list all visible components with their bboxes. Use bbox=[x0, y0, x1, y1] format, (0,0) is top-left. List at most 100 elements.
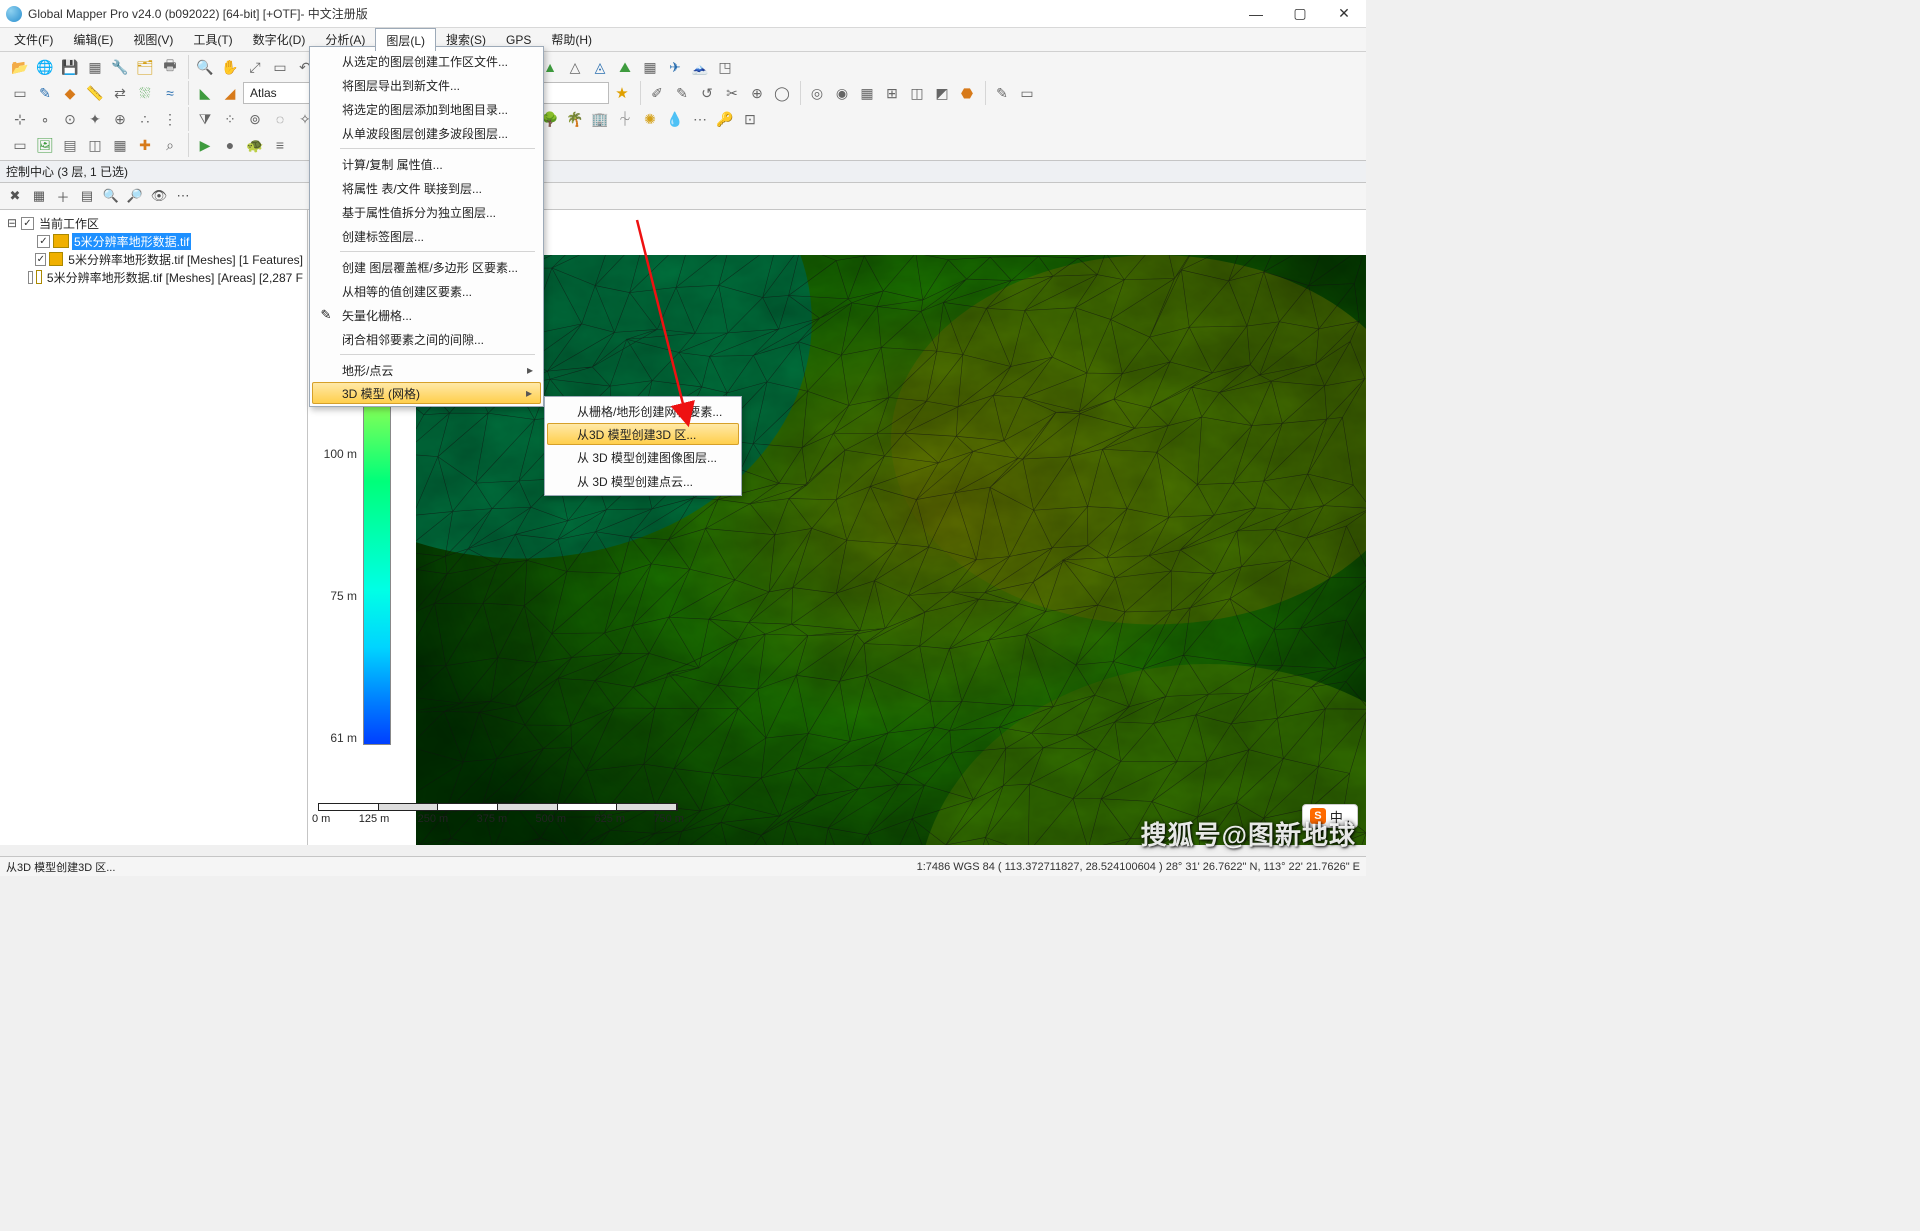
swap-icon[interactable]: ⇄ bbox=[108, 81, 132, 105]
map-canvas[interactable] bbox=[416, 255, 1366, 760]
sym-light-icon[interactable]: ✺ bbox=[638, 107, 662, 131]
dd-main-item-16[interactable]: 3D 模型 (网格) bbox=[312, 382, 541, 404]
grid-sq-icon[interactable]: ▦ bbox=[638, 55, 662, 79]
feature-icon[interactable]: ◆ bbox=[58, 81, 82, 105]
edit-e-icon[interactable]: ⊕ bbox=[745, 81, 769, 105]
tree-layer-1[interactable]: 5米分辨率地形数据.tif [Meshes] [1 Features] bbox=[2, 250, 305, 268]
dd-main-item-11[interactable]: 从相等的值创建区要素... bbox=[312, 279, 541, 303]
edit-a-icon[interactable]: ✐ bbox=[645, 81, 669, 105]
draw-a-icon[interactable]: ✎ bbox=[990, 81, 1014, 105]
terrain-e-icon[interactable]: △ bbox=[563, 55, 587, 79]
sym-palm-icon[interactable]: 🌴 bbox=[563, 107, 587, 131]
minimize-button[interactable]: — bbox=[1234, 0, 1278, 28]
plane-icon[interactable]: ✈ bbox=[663, 55, 687, 79]
menu-3[interactable]: 工具(T) bbox=[183, 28, 242, 51]
open-icon[interactable]: 📂 bbox=[8, 55, 32, 79]
menu-2[interactable]: 视图(V) bbox=[123, 28, 183, 51]
close-button[interactable]: ✕ bbox=[1322, 0, 1366, 28]
star-icon[interactable]: ★ bbox=[610, 81, 634, 105]
expander-icon[interactable]: ⊟ bbox=[6, 216, 18, 230]
pts-b-icon[interactable]: ⊚ bbox=[243, 107, 267, 131]
measure-icon[interactable]: 📏 bbox=[83, 81, 107, 105]
dd-sub-item-3[interactable]: 从 3D 模型创建点云... bbox=[547, 469, 739, 493]
dd-sub-item-1[interactable]: 从3D 模型创建3D 区... bbox=[547, 423, 739, 445]
dd-main-item-2[interactable]: 将选定的图层添加到地图目录... bbox=[312, 97, 541, 121]
dd-main-item-8[interactable]: 创建标签图层... bbox=[312, 224, 541, 248]
config-icon[interactable]: 🔧 bbox=[108, 55, 132, 79]
cc-add-icon[interactable]: ＋ bbox=[52, 185, 74, 207]
dd-main-item-6[interactable]: 将属性 表/文件 联接到层... bbox=[312, 176, 541, 200]
digitize-icon[interactable]: ✎ bbox=[33, 81, 57, 105]
cc-search-icon[interactable]: 🔎 bbox=[124, 185, 146, 207]
layers-icon[interactable]: ▦ bbox=[83, 55, 107, 79]
tree-a-icon[interactable]: ⛆ bbox=[133, 81, 157, 105]
sel-d-icon[interactable]: ◫ bbox=[83, 133, 107, 157]
fullextent-icon[interactable]: ⤢ bbox=[243, 55, 267, 79]
menu-1[interactable]: 编辑(E) bbox=[63, 28, 123, 51]
filter-icon[interactable]: ⧩ bbox=[193, 107, 217, 131]
snap-e-icon[interactable]: ⊕ bbox=[108, 107, 132, 131]
maximize-button[interactable]: ▢ bbox=[1278, 0, 1322, 28]
dd-main-item-13[interactable]: 闭合相邻要素之间的间隙... bbox=[312, 327, 541, 351]
edit-c-icon[interactable]: ↺ bbox=[695, 81, 719, 105]
cc-eye-icon[interactable]: 👁 bbox=[148, 185, 170, 207]
tree-layer-2[interactable]: 5米分辨率地形数据.tif [Meshes] [Areas] [2,287 F bbox=[2, 268, 305, 286]
menu-0[interactable]: 文件(F) bbox=[4, 28, 63, 51]
root-checkbox[interactable] bbox=[21, 217, 34, 230]
cc-group-icon[interactable]: ▦ bbox=[28, 185, 50, 207]
misc-f-icon[interactable]: ◩ bbox=[930, 81, 954, 105]
misc-d-icon[interactable]: ⊞ bbox=[880, 81, 904, 105]
zoom-layer-icon[interactable]: ▭ bbox=[268, 55, 292, 79]
snap-d-icon[interactable]: ✦ bbox=[83, 107, 107, 131]
layer-label[interactable]: 5米分辨率地形数据.tif [Meshes] [Areas] [2,287 F bbox=[45, 269, 305, 286]
terrain-g-icon[interactable]: ⛰ bbox=[613, 55, 637, 79]
layer-checkbox[interactable] bbox=[37, 235, 50, 248]
snap-a-icon[interactable]: ⊹ bbox=[8, 107, 32, 131]
sel-a-icon[interactable]: ▭ bbox=[8, 133, 32, 157]
snap-c-icon[interactable]: ⊙ bbox=[58, 107, 82, 131]
misc-c-icon[interactable]: ▦ bbox=[855, 81, 879, 105]
play-icon[interactable]: ▶ bbox=[193, 133, 217, 157]
cc-layers-icon[interactable]: ▤ bbox=[76, 185, 98, 207]
sym-bldg-icon[interactable]: 🏢 bbox=[588, 107, 612, 131]
cc-zoom-icon[interactable]: 🔍 bbox=[100, 185, 122, 207]
menu-6[interactable]: 图层(L) bbox=[375, 28, 436, 51]
layer-checkbox[interactable] bbox=[35, 253, 46, 266]
water-icon[interactable]: ≈ bbox=[158, 81, 182, 105]
menu-4[interactable]: 数字化(D) bbox=[243, 28, 316, 51]
pts-a-icon[interactable]: ⁘ bbox=[218, 107, 242, 131]
dd-main-item-1[interactable]: 将图层导出到新文件... bbox=[312, 73, 541, 97]
misc-e-icon[interactable]: ◫ bbox=[905, 81, 929, 105]
hill-a-icon[interactable]: ◣ bbox=[193, 81, 217, 105]
snap-f-icon[interactable]: ∴ bbox=[133, 107, 157, 131]
pts-c-icon[interactable]: ◌ bbox=[268, 107, 292, 131]
sel-b-icon[interactable]: 🖼 bbox=[33, 133, 57, 157]
zoom-icon[interactable]: 🔍 bbox=[193, 55, 217, 79]
dd-main-item-12[interactable]: ✎矢量化栅格... bbox=[312, 303, 541, 327]
catalog-icon[interactable]: 🗂 bbox=[133, 55, 157, 79]
sym-misc-icon[interactable]: ⊡ bbox=[738, 107, 762, 131]
sel-c-icon[interactable]: ▤ bbox=[58, 133, 82, 157]
edit-d-icon[interactable]: ✂ bbox=[720, 81, 744, 105]
layer-checkbox[interactable] bbox=[28, 271, 33, 284]
menu-9[interactable]: 帮助(H) bbox=[541, 28, 602, 51]
sel-e-icon[interactable]: ▦ bbox=[108, 133, 132, 157]
snap-g-icon[interactable]: ⋮ bbox=[158, 107, 182, 131]
dd-main-item-3[interactable]: 从单波段图层创建多波段图层... bbox=[312, 121, 541, 145]
layer-dropdown-menu[interactable]: 从选定的图层创建工作区文件...将图层导出到新文件...将选定的图层添加到地图目… bbox=[309, 46, 544, 407]
anim-icon[interactable]: 🐢 bbox=[243, 133, 267, 157]
dd-main-item-10[interactable]: 创建 图层覆盖框/多边形 区要素... bbox=[312, 255, 541, 279]
anim2-icon[interactable]: ≡ bbox=[268, 133, 292, 157]
dd-main-item-7[interactable]: 基于属性值拆分为独立图层... bbox=[312, 200, 541, 224]
terrain-h-icon[interactable]: 🗻 bbox=[688, 55, 712, 79]
rec-icon[interactable]: ● bbox=[218, 133, 242, 157]
print-icon[interactable]: 🖶 bbox=[158, 55, 182, 79]
sym-key-icon[interactable]: 🔑 bbox=[713, 107, 737, 131]
edit-b-icon[interactable]: ✎ bbox=[670, 81, 694, 105]
cc-more-icon[interactable]: ⋯ bbox=[172, 185, 194, 207]
terrain-f-icon[interactable]: ◬ bbox=[588, 55, 612, 79]
layer-label[interactable]: 5米分辨率地形数据.tif [Meshes] [1 Features] bbox=[66, 251, 305, 268]
dd-main-item-0[interactable]: 从选定的图层创建工作区文件... bbox=[312, 49, 541, 73]
draw-b-icon[interactable]: ▭ bbox=[1015, 81, 1039, 105]
edit-f-icon[interactable]: ◯ bbox=[770, 81, 794, 105]
